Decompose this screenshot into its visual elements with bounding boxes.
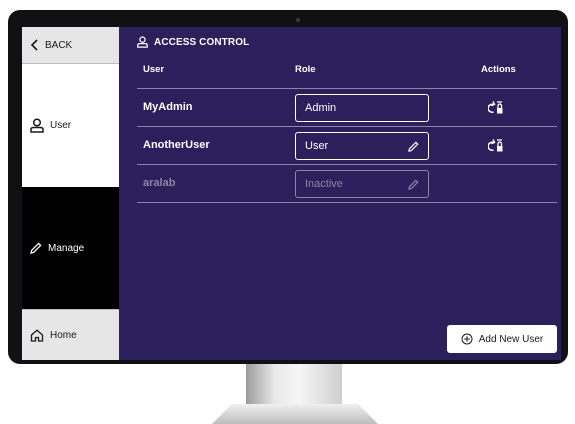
main-panel: ACCESS CONTROL User Role Actions MyAdmin… (119, 27, 561, 360)
sidebar-item-home[interactable]: Home (22, 309, 119, 360)
home-icon (30, 328, 44, 342)
column-header-role: Role (295, 64, 316, 75)
screen: BACK User Manage Home ACCESS CONTROL Use… (22, 27, 561, 360)
user-name: MyAdmin (143, 101, 193, 113)
role-value: Admin (305, 102, 337, 114)
user-name: aralab (143, 177, 176, 189)
sidebar-item-label: Manage (48, 242, 85, 254)
user-name: AnotherUser (143, 139, 210, 151)
page-title-text: ACCESS CONTROL (154, 36, 250, 48)
page-title: ACCESS CONTROL (137, 36, 249, 48)
sidebar-item-user[interactable]: User (22, 64, 119, 187)
reset-password-icon[interactable] (488, 101, 504, 115)
role-value: Inactive (305, 178, 343, 190)
role-value: User (305, 140, 329, 152)
table-row: aralab Inactive (119, 165, 561, 203)
monitor-stand-base (212, 404, 378, 424)
add-new-user-label: Add New User (478, 333, 544, 345)
divider (137, 202, 557, 203)
column-header-user: User (143, 64, 165, 75)
role-field[interactable]: Admin (295, 94, 429, 122)
sidebar: BACK User Manage Home (22, 27, 119, 360)
sidebar-item-label: User (50, 120, 72, 131)
back-label: BACK (45, 39, 73, 51)
monitor-stand-neck (246, 364, 342, 404)
user-icon (30, 118, 44, 133)
pencil-icon[interactable] (408, 140, 419, 152)
plus-circle-icon (461, 333, 473, 345)
camera-dot (296, 18, 300, 22)
back-button[interactable]: BACK (22, 27, 119, 64)
pencil-icon[interactable] (408, 178, 419, 190)
user-icon (137, 36, 148, 48)
chevron-left-icon (30, 39, 38, 51)
add-new-user-button[interactable]: Add New User (447, 325, 557, 353)
sidebar-item-label: Home (50, 329, 77, 341)
table-row: AnotherUser User (119, 127, 561, 165)
role-field[interactable]: User (295, 132, 429, 160)
pencil-icon (30, 242, 42, 254)
role-field[interactable]: Inactive (295, 170, 429, 198)
monitor-bezel: BACK User Manage Home ACCESS CONTROL Use… (8, 10, 568, 364)
reset-password-icon[interactable] (488, 139, 504, 153)
sidebar-item-manage[interactable]: Manage (22, 187, 119, 309)
table-row: MyAdmin Admin (119, 89, 561, 127)
column-header-actions: Actions (481, 64, 516, 75)
